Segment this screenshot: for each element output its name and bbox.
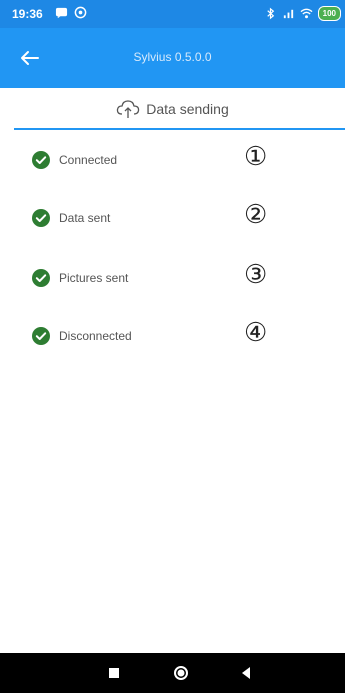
section-underline: [14, 128, 345, 130]
status-time: 19:36: [12, 7, 43, 21]
step-disconnected: Disconnected ④: [32, 316, 322, 356]
step-label: Pictures sent: [59, 271, 129, 285]
bluetooth-icon: [266, 7, 274, 20]
home-icon[interactable]: [171, 663, 191, 683]
step-number: ④: [244, 318, 268, 348]
check-circle-icon: [32, 209, 50, 227]
step-number: ③: [244, 260, 268, 290]
battery-indicator: 100: [317, 6, 341, 21]
step-label: Data sent: [59, 211, 111, 225]
system-icons: 100: [264, 6, 341, 21]
check-circle-icon: [32, 327, 50, 345]
step-number: ①: [244, 142, 268, 172]
step-label: Disconnected: [59, 329, 132, 343]
status-bar: 19:36 100: [0, 0, 345, 28]
step-label: Connected: [59, 153, 118, 167]
signal-icon: [283, 9, 293, 19]
section-header: Data sending: [0, 88, 345, 128]
message-icon: [55, 7, 68, 19]
step-data-sent: Data sent ②: [32, 198, 322, 238]
cloud-upload-icon: [117, 100, 140, 118]
step-pictures-sent: Pictures sent ③: [32, 258, 322, 298]
sync-icon: [74, 6, 87, 19]
notification-icons: [55, 6, 87, 19]
check-circle-icon: [32, 269, 50, 287]
section-title: Data sending: [146, 101, 229, 117]
recents-icon[interactable]: [104, 663, 124, 683]
check-circle-icon: [32, 151, 50, 169]
step-connected: Connected ①: [32, 140, 322, 180]
system-nav-bar: [0, 653, 345, 693]
back-triangle-icon[interactable]: [236, 663, 256, 683]
app-title: Sylvius 0.5.0.0: [133, 50, 212, 64]
app-bar: Sylvius 0.5.0.0: [0, 28, 345, 88]
step-number: ②: [244, 200, 268, 230]
wifi-icon: [300, 8, 313, 19]
